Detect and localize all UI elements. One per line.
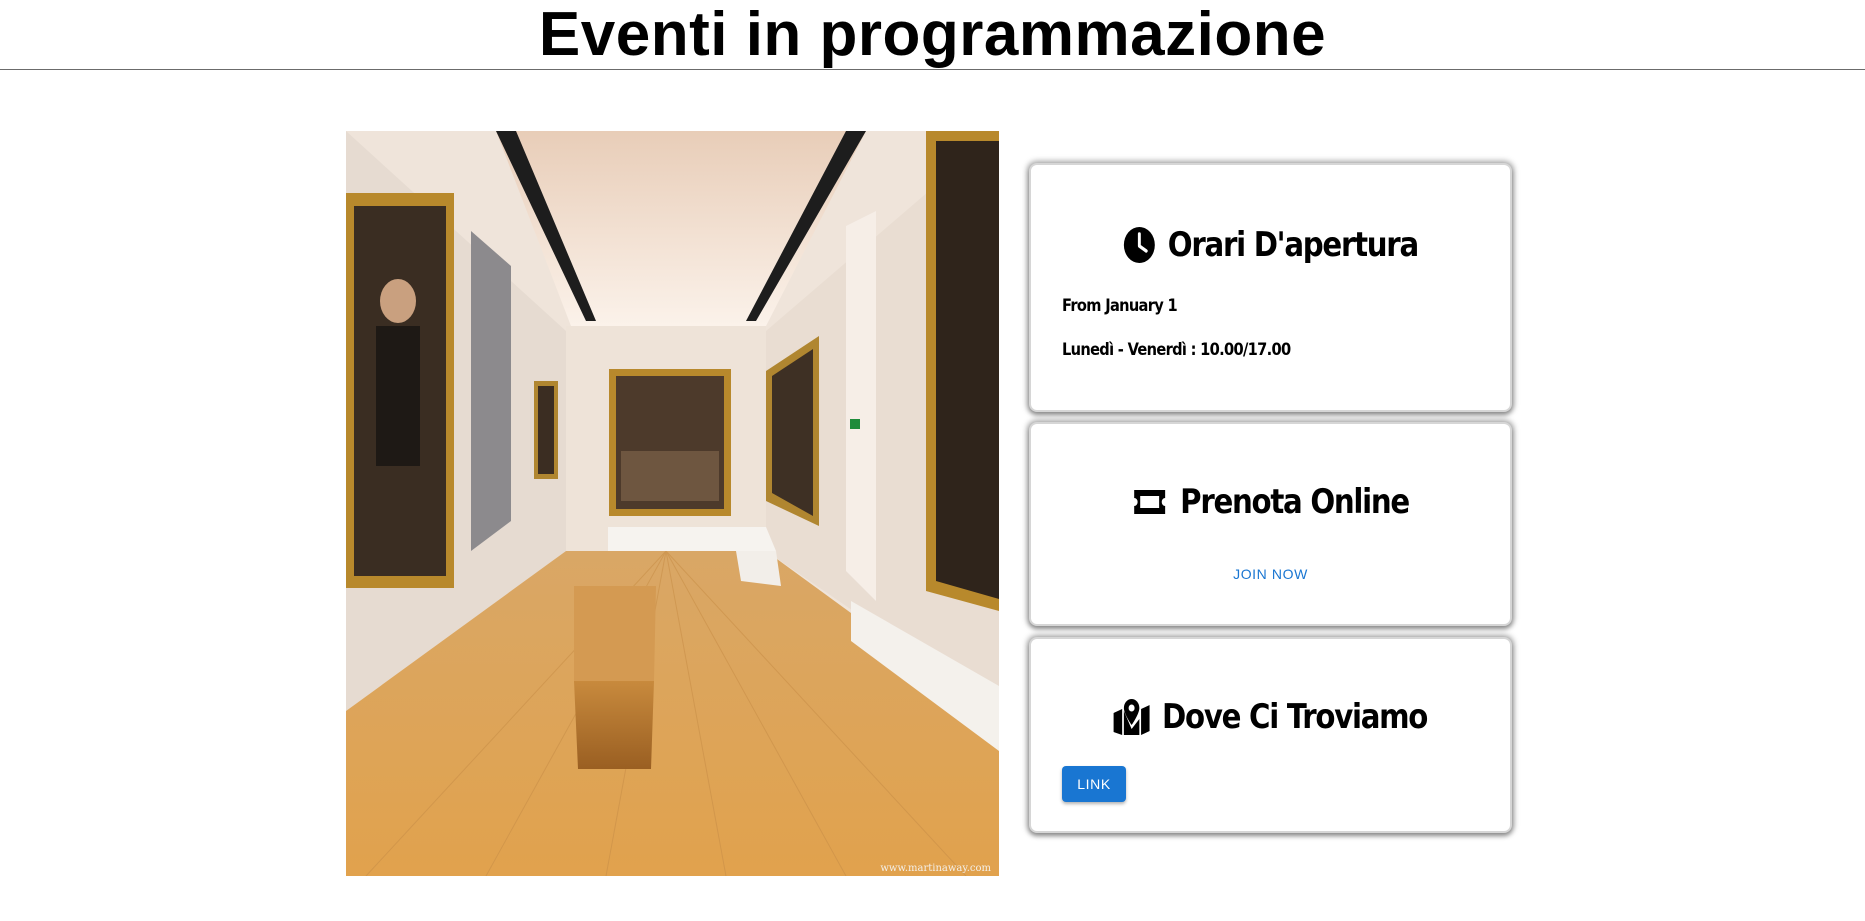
gallery-photo: www.martinaway.com	[346, 131, 999, 876]
opening-hours-card: Orari D'apertura From January 1 Lunedì -…	[1029, 163, 1512, 412]
location-card: Dove Ci Troviamo LINK	[1029, 637, 1512, 833]
hours-from-date: From January 1	[1062, 296, 1178, 316]
location-title: Dove Ci Troviamo	[1162, 697, 1428, 737]
book-online-heading: Prenota Online	[1065, 482, 1477, 522]
location-heading: Dove Ci Troviamo	[1065, 697, 1477, 737]
location-link-button[interactable]: LINK	[1062, 766, 1126, 802]
ticket-icon	[1132, 487, 1168, 517]
photo-watermark: www.martinaway.com	[880, 863, 991, 874]
join-now-button[interactable]: JOIN NOW	[1031, 566, 1510, 582]
hours-weekdays: Lunedì - Venerdì : 10.00/17.00	[1062, 340, 1291, 360]
page-header: Eventi in programmazione	[0, 0, 1865, 70]
clock-icon	[1123, 226, 1156, 264]
book-online-title: Prenota Online	[1180, 482, 1410, 522]
book-online-card: Prenota Online JOIN NOW	[1029, 422, 1512, 626]
opening-hours-heading: Orari D'apertura	[1065, 225, 1477, 265]
opening-hours-title: Orari D'apertura	[1167, 225, 1419, 265]
map-location-icon	[1113, 699, 1151, 735]
page-title: Eventi in programmazione	[538, 0, 1327, 69]
